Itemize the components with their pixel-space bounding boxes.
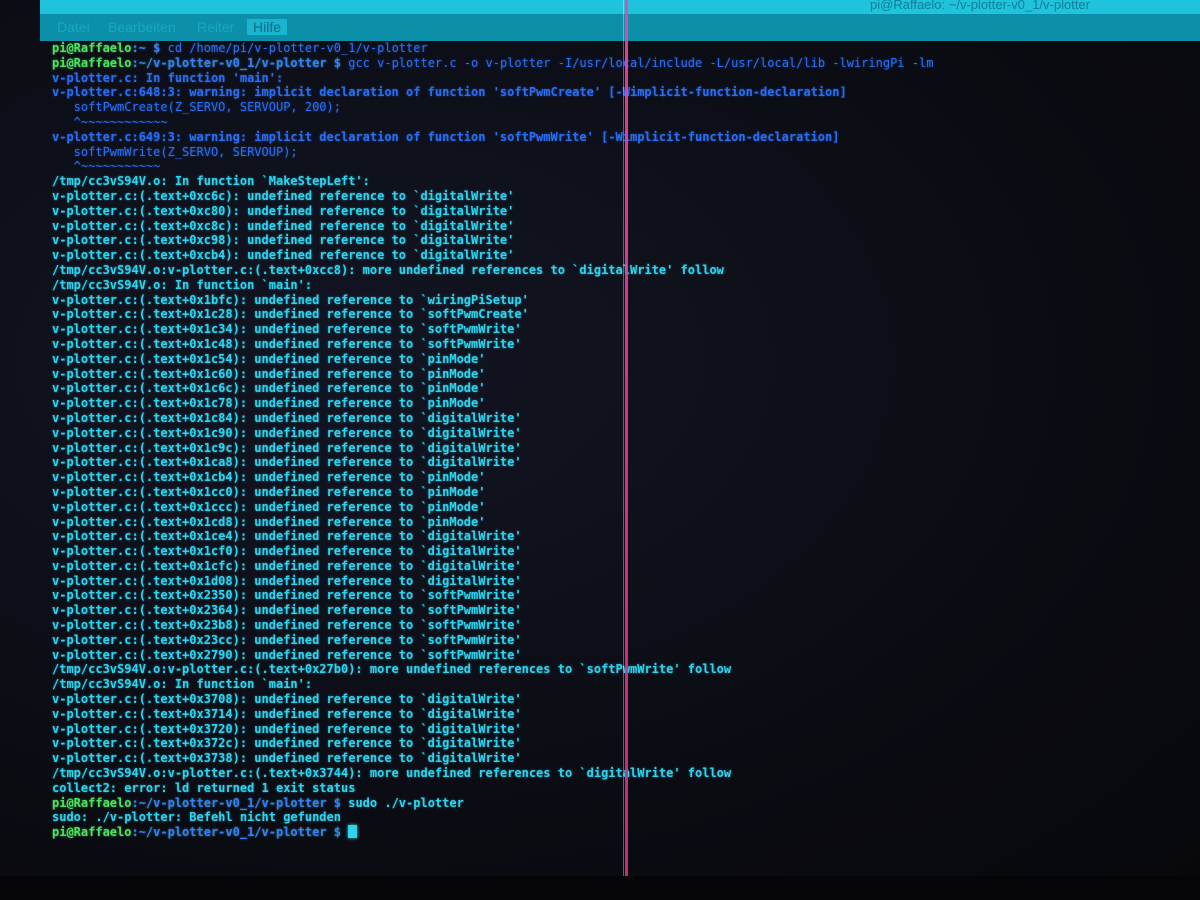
sudo-error-line: sudo: ./v-plotter: Befehl nicht gefunden: [52, 810, 341, 825]
warning-line: v-plotter.c:649:3: warning: implicit dec…: [52, 129, 840, 144]
linker-line: /tmp/cc3vS94V.o: In function `main':: [52, 677, 313, 692]
linker-line: v-plotter.c:(.text+0x2790): undefined re…: [52, 647, 522, 662]
linker-line: v-plotter.c:(.text+0x1cd8): undefined re…: [52, 514, 486, 529]
linker-line: v-plotter.c:(.text+0x1cf0): undefined re…: [52, 544, 522, 559]
terminal-screen: pi@Raffaelo: ~/v-plotter-v0_1/v-plotter …: [0, 0, 1200, 900]
display-artifact-line: [623, 0, 624, 900]
command-text: [341, 825, 348, 839]
monitor-bezel: [0, 876, 1200, 900]
linker-line: /tmp/cc3vS94V.o:v-plotter.c:(.text+0x374…: [52, 766, 732, 781]
warning-marker: ^~~~~~~~~~~~~: [52, 114, 168, 129]
linker-line: v-plotter.c:(.text+0x1c78): undefined re…: [52, 396, 486, 411]
prompt-path: :~ $: [131, 41, 161, 55]
linker-line: v-plotter.c:(.text+0x1ca8): undefined re…: [52, 455, 522, 470]
linker-line: v-plotter.c:(.text+0x2350): undefined re…: [52, 588, 522, 603]
display-artifact-line: [625, 0, 628, 900]
menu-bar: Datei Bearbeiten Reiter Hilfe: [40, 14, 1200, 41]
linker-line: v-plotter.c:(.text+0x1ccc): undefined re…: [52, 499, 486, 514]
prompt-line: pi@Raffaelo:~ $ cd /home/pi/v-plotter-v0…: [52, 41, 1172, 56]
menu-bearbeiten[interactable]: Bearbeiten: [108, 19, 176, 35]
linker-line: /tmp/cc3vS94V.o:v-plotter.c:(.text+0xcc8…: [52, 262, 724, 277]
linker-line: v-plotter.c:(.text+0x1ce4): undefined re…: [52, 529, 522, 544]
prompt-line: pi@Raffaelo:~/v-plotter-v0_1/v-plotter $…: [52, 796, 1172, 811]
warning-in-function: v-plotter.c: In function 'main':: [52, 70, 284, 85]
prompt-path: :~/v-plotter-v0_1/v-plotter $: [131, 55, 341, 70]
linker-line: v-plotter.c:(.text+0x23cc): undefined re…: [52, 632, 522, 647]
linker-line: v-plotter.c:(.text+0x1c84): undefined re…: [52, 410, 522, 425]
window-title: pi@Raffaelo: ~/v-plotter-v0_1/v-plotter: [870, 0, 1090, 12]
linker-line: v-plotter.c:(.text+0x1c9c): undefined re…: [52, 440, 522, 455]
linker-line: v-plotter.c:(.text+0x1cc0): undefined re…: [52, 484, 486, 499]
linker-line: v-plotter.c:(.text+0x1c90): undefined re…: [52, 425, 522, 440]
command-text: sudo ./v-plotter: [341, 795, 464, 810]
prompt-line: pi@Raffaelo:~/v-plotter-v0_1/v-plotter $: [52, 825, 1172, 840]
prompt-path: :~/v-plotter-v0_1/v-plotter $: [131, 795, 341, 810]
linker-line: /tmp/cc3vS94V.o: In function `MakeStepLe…: [52, 174, 370, 189]
linker-line: /tmp/cc3vS94V.o: In function `main':: [52, 277, 313, 292]
menu-reiter[interactable]: Reiter: [197, 19, 234, 35]
prompt-user: pi@Raffaelo: [52, 55, 132, 70]
linker-line: v-plotter.c:(.text+0x372c): undefined re…: [52, 736, 522, 751]
linker-line: v-plotter.c:(.text+0x3708): undefined re…: [52, 692, 522, 707]
linker-output: /tmp/cc3vS94V.o: In function `MakeStepLe…: [52, 174, 1172, 795]
prompt-user: pi@Raffaelo: [52, 825, 132, 840]
linker-line: v-plotter.c:(.text+0xc98): undefined ref…: [52, 233, 515, 248]
linker-line: v-plotter.c:(.text+0xc80): undefined ref…: [52, 203, 515, 218]
linker-line: v-plotter.c:(.text+0xc8c): undefined ref…: [52, 218, 515, 233]
terminal-output[interactable]: pi@Raffaelo:~ $ cd /home/pi/v-plotter-v0…: [52, 41, 1172, 871]
linker-line: v-plotter.c:(.text+0x1cb4): undefined re…: [52, 470, 486, 485]
command-text: cd /home/pi/v-plotter-v0_1/v-plotter: [160, 41, 428, 55]
linker-line: v-plotter.c:(.text+0x1c54): undefined re…: [52, 351, 486, 366]
menu-datei[interactable]: Datei: [57, 19, 90, 35]
linker-line: v-plotter.c:(.text+0x3738): undefined re…: [52, 751, 522, 766]
linker-line: v-plotter.c:(.text+0x1d08): undefined re…: [52, 573, 522, 588]
linker-line: v-plotter.c:(.text+0x23b8): undefined re…: [52, 618, 522, 633]
warning-code: softPwmCreate(Z_SERVO, SERVOUP, 200);: [52, 100, 341, 115]
prompt-user: pi@Raffaelo: [52, 795, 132, 810]
warning-code: softPwmWrite(Z_SERVO, SERVOUP);: [52, 144, 298, 159]
linker-line: v-plotter.c:(.text+0x3714): undefined re…: [52, 706, 522, 721]
prompt-line: pi@Raffaelo:~/v-plotter-v0_1/v-plotter $…: [52, 56, 1172, 71]
linker-line: v-plotter.c:(.text+0x1c28): undefined re…: [52, 307, 529, 322]
linker-line: v-plotter.c:(.text+0x1bfc): undefined re…: [52, 292, 529, 307]
window-titlebar[interactable]: pi@Raffaelo: ~/v-plotter-v0_1/v-plotter: [40, 0, 1200, 14]
linker-line: collect2: error: ld returned 1 exit stat…: [52, 780, 356, 795]
warning-marker: ^~~~~~~~~~~~: [52, 159, 161, 174]
text-cursor[interactable]: [348, 825, 358, 839]
linker-line: v-plotter.c:(.text+0x1c34): undefined re…: [52, 322, 522, 337]
linker-line: v-plotter.c:(.text+0xc6c): undefined ref…: [52, 188, 515, 203]
linker-line: v-plotter.c:(.text+0x1c6c): undefined re…: [52, 381, 486, 396]
linker-line: v-plotter.c:(.text+0x1cfc): undefined re…: [52, 558, 522, 573]
prompt-path: :~/v-plotter-v0_1/v-plotter $: [131, 825, 341, 840]
warning-line: v-plotter.c:648:3: warning: implicit dec…: [52, 85, 847, 100]
menu-hilfe[interactable]: Hilfe: [247, 19, 288, 35]
linker-line: /tmp/cc3vS94V.o:v-plotter.c:(.text+0x27b…: [52, 662, 732, 677]
linker-line: v-plotter.c:(.text+0x1c60): undefined re…: [52, 366, 486, 381]
command-text: gcc v-plotter.c -o v-plotter -I/usr/loca…: [341, 55, 934, 70]
linker-line: v-plotter.c:(.text+0x1c48): undefined re…: [52, 336, 522, 351]
linker-line: v-plotter.c:(.text+0xcb4): undefined ref…: [52, 248, 515, 263]
prompt-user: pi@Raffaelo: [52, 41, 132, 55]
linker-line: v-plotter.c:(.text+0x2364): undefined re…: [52, 603, 522, 618]
linker-line: v-plotter.c:(.text+0x3720): undefined re…: [52, 721, 522, 736]
